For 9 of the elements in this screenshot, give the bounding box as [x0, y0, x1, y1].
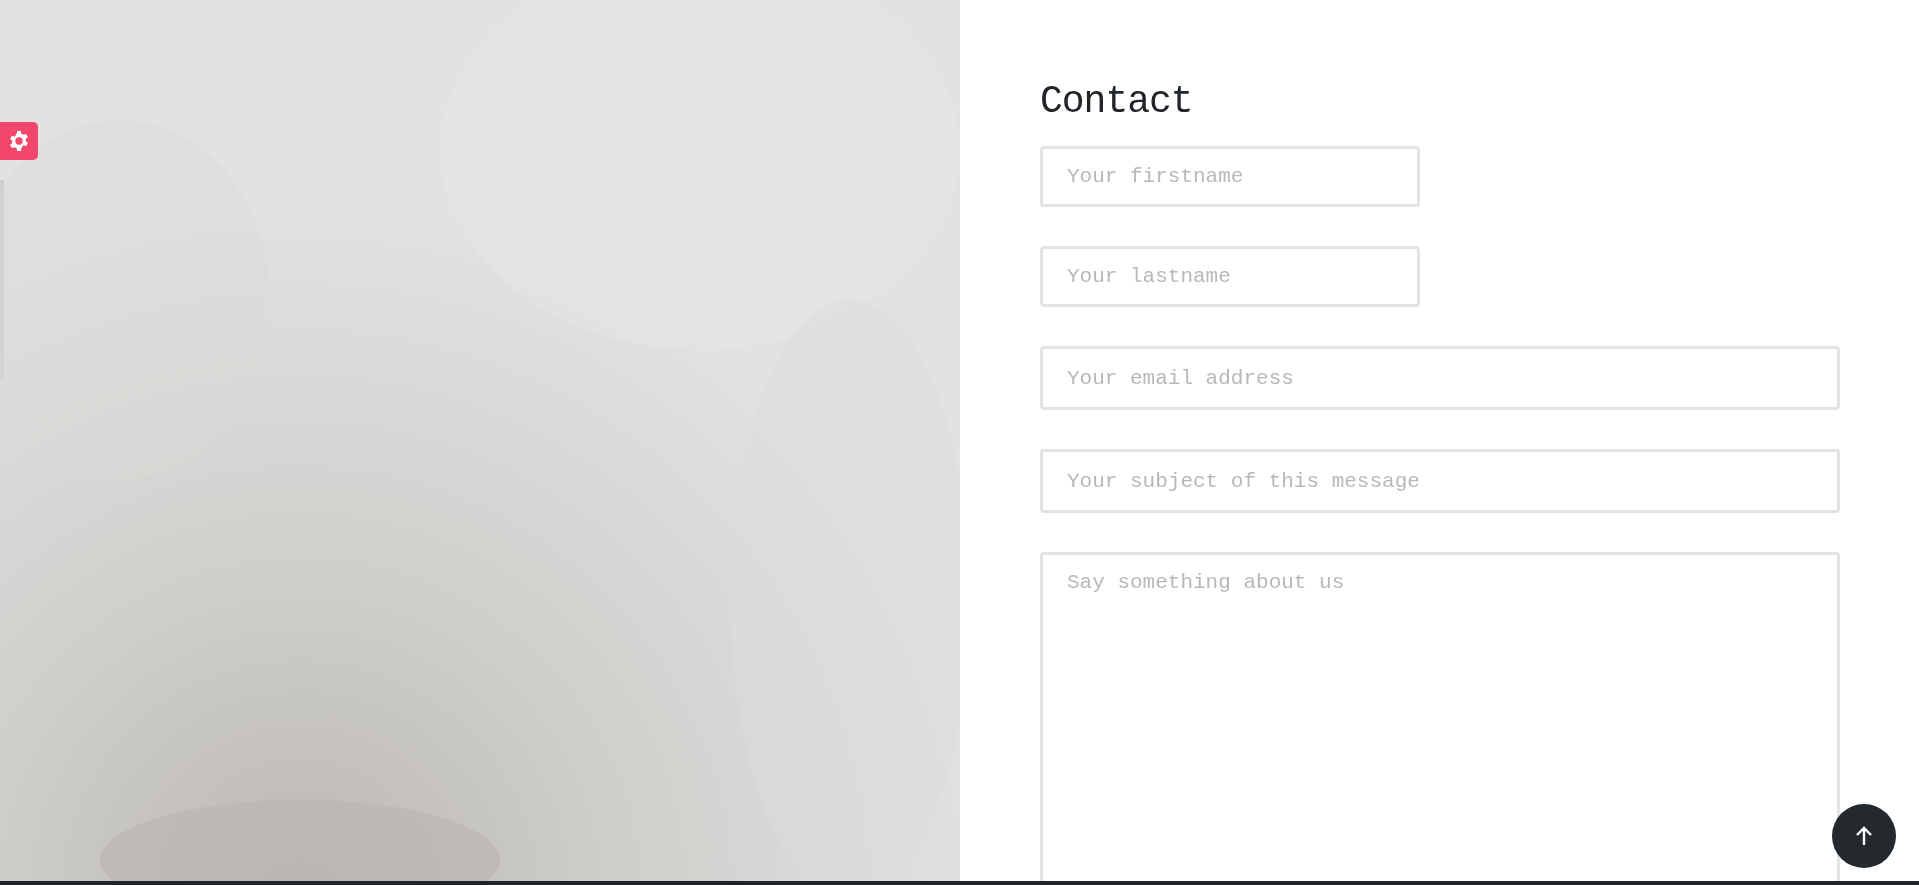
input-field[interactable]: Your firstname: [1040, 146, 1420, 207]
input-field[interactable]: Your subject of this message: [1040, 449, 1840, 513]
settings-button[interactable]: [0, 122, 38, 160]
input-field[interactable]: Your email address: [1040, 346, 1840, 410]
settings-icon: [8, 130, 30, 152]
arrow-up-icon: [1855, 826, 1873, 846]
message-field[interactable]: Say something about us: [1040, 552, 1840, 881]
contact-heading: Contact: [1040, 79, 1194, 125]
input-field[interactable]: Your lastname: [1040, 246, 1420, 307]
